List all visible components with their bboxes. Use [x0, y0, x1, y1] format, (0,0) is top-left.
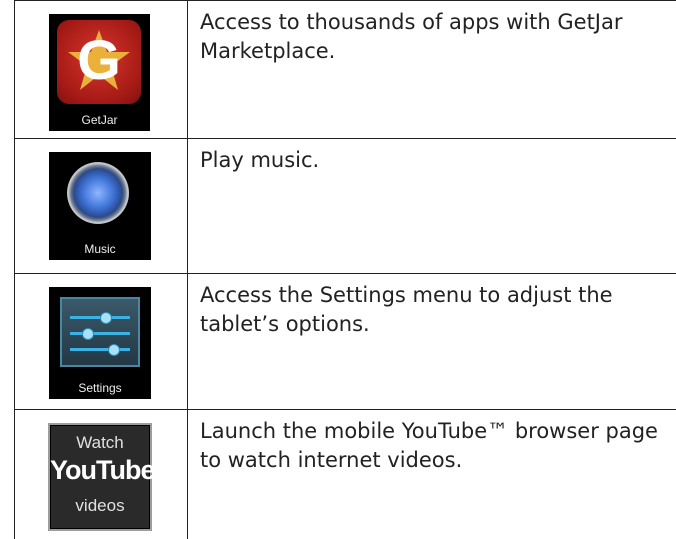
icon-cell: G GetJar [14, 0, 187, 138]
description-line: to watch internet videos. [200, 448, 463, 472]
row-description: Launch the mobile YouTube™ browser page … [200, 417, 676, 475]
music-icon: Music [49, 152, 151, 260]
icon-label: Settings [78, 381, 122, 395]
app-table: G GetJar Access to thousands of apps wit… [14, 0, 676, 539]
slider-line-icon [70, 312, 130, 324]
description-line: Marketplace. [200, 39, 336, 63]
icon-cell: Music [14, 138, 187, 273]
row-description: Access to thousands of apps with GetJar … [200, 8, 676, 66]
description-line: Access the Settings menu to adjust the [200, 283, 613, 307]
description-line: tablet’s options. [200, 312, 370, 336]
slider-line-icon [70, 344, 130, 356]
youtube-videos-text: videos [75, 496, 125, 515]
settings-tile [60, 297, 140, 367]
settings-icon: Settings [49, 287, 151, 399]
table-row: Music Play music. [14, 138, 676, 273]
description-line: Play music. [200, 148, 320, 172]
slider-line-icon [70, 328, 130, 340]
youtube-icon: Watch YouTube videos [48, 423, 155, 531]
getjar-glyph: G [77, 28, 121, 91]
table-row: G GetJar Access to thousands of apps wit… [14, 0, 676, 138]
youtube-watch-text: Watch [76, 433, 124, 452]
description-line: Launch the mobile YouTube™ browser page [200, 419, 658, 443]
table-row: Watch YouTube videos Launch the mobile Y… [14, 409, 676, 539]
getjar-tile: G [57, 20, 141, 104]
icon-label: GetJar [81, 113, 118, 127]
youtube-logo: YouTube [50, 455, 155, 485]
icon-cell: Settings [14, 273, 187, 409]
row-description: Play music. [200, 146, 676, 175]
icon-cell: Watch YouTube videos [14, 409, 187, 539]
description-line: Access to thousands of apps with GetJar [200, 10, 623, 34]
speaker-icon [67, 162, 129, 224]
icon-label: Music [84, 242, 116, 256]
getjar-icon: G GetJar [49, 14, 150, 131]
row-description: Access the Settings menu to adjust the t… [200, 281, 676, 339]
table-row: Settings Access the Settings menu to adj… [14, 273, 676, 409]
